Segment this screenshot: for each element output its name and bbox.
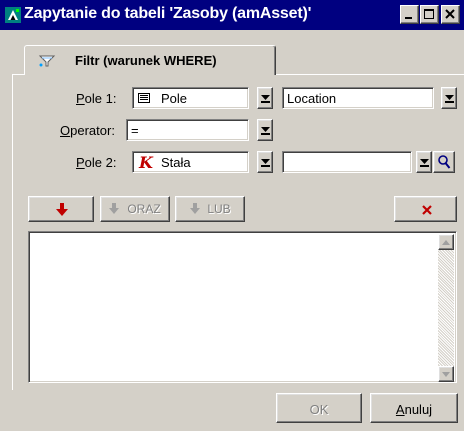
chevron-down-icon <box>445 95 454 103</box>
svg-text:K: K <box>138 154 154 170</box>
field1-value-input[interactable]: Location <box>282 87 434 109</box>
operator-select[interactable]: = <box>126 119 249 141</box>
scroll-down-button[interactable] <box>438 366 454 382</box>
field2-type-select[interactable]: K Stała <box>132 151 249 173</box>
or-label: LUB <box>207 202 231 216</box>
constant-icon: K <box>138 154 154 170</box>
search-button[interactable] <box>433 151 455 173</box>
field1-type-dropdown-button[interactable] <box>257 87 273 109</box>
window-title: Zapytanie do tabeli 'Zasoby (amAsset)' <box>24 5 312 22</box>
and-label: ORAZ <box>127 202 161 216</box>
cancel-button[interactable]: Anuluj <box>370 393 458 423</box>
vertical-scrollbar[interactable] <box>438 234 454 382</box>
or-button[interactable]: LUB <box>175 196 245 222</box>
chevron-down-icon <box>261 95 270 103</box>
close-icon <box>445 9 455 19</box>
field1-label: Pole 1: <box>76 91 117 106</box>
close-button[interactable] <box>441 5 460 24</box>
maximize-button[interactable] <box>420 5 439 24</box>
operator-dropdown-button[interactable] <box>257 119 273 141</box>
field1-value-dropdown-button[interactable] <box>441 87 457 109</box>
search-icon <box>438 155 451 169</box>
tab-filter-where[interactable]: Filtr (warunek WHERE) <box>24 45 276 75</box>
chevron-up-icon <box>442 240 450 245</box>
app-icon <box>5 7 21 23</box>
cancel-label: Anuluj <box>395 402 433 417</box>
chevron-down-icon <box>420 159 429 167</box>
ok-label: OK <box>309 402 329 417</box>
and-button[interactable]: ORAZ <box>100 196 170 222</box>
tab-label: Filtr (warunek WHERE) <box>75 53 217 68</box>
arrow-down-icon <box>56 203 68 216</box>
ok-button[interactable]: OK <box>276 393 362 423</box>
minimize-button[interactable] <box>400 5 419 24</box>
maximize-icon <box>424 9 434 19</box>
delete-button[interactable] <box>394 196 457 222</box>
minimize-icon <box>405 17 412 19</box>
field-icon <box>138 93 150 103</box>
field2-type-dropdown-button[interactable] <box>257 151 273 173</box>
operator-label: Operator: <box>60 123 115 138</box>
field2-label: Pole 2: <box>76 155 117 170</box>
field2-value-dropdown-button[interactable] <box>416 151 432 173</box>
filter-icon <box>38 55 56 67</box>
arrow-down-icon <box>109 203 119 214</box>
scroll-up-button[interactable] <box>438 234 454 250</box>
condition-text-area[interactable] <box>28 231 457 383</box>
field1-value: Location <box>287 91 337 106</box>
chevron-down-icon <box>442 372 450 377</box>
field2-type-value: Stała <box>161 155 191 170</box>
chevron-down-icon <box>261 127 270 135</box>
title-bar[interactable]: Zapytanie do tabeli 'Zasoby (amAsset)' <box>0 0 464 30</box>
delete-x-icon <box>422 205 432 215</box>
field1-type-select[interactable]: Pole <box>132 87 249 109</box>
add-condition-button[interactable] <box>28 196 94 222</box>
query-dialog: Zapytanie do tabeli 'Zasoby (amAsset)' F… <box>0 0 464 431</box>
operator-value: = <box>131 123 139 138</box>
field1-type-value: Pole <box>161 91 188 106</box>
field2-value-input[interactable] <box>282 151 412 173</box>
chevron-down-icon <box>261 159 270 167</box>
